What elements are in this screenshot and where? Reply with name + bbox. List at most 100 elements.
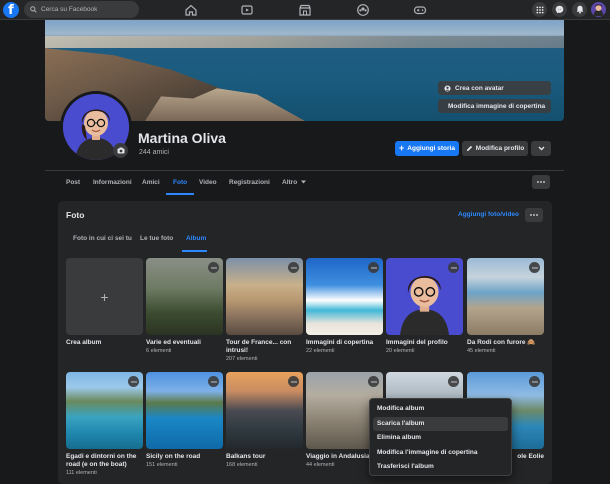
tab-amici[interactable]: Amici xyxy=(142,171,160,195)
home-icon[interactable] xyxy=(184,3,198,17)
plus-icon: + xyxy=(399,143,405,153)
subtab-albums[interactable]: Album xyxy=(186,235,206,242)
more-dots-icon xyxy=(370,380,377,383)
messenger-icon xyxy=(555,5,564,14)
album-name: Varie ed eventuali xyxy=(146,339,201,346)
album-options-button[interactable] xyxy=(208,376,219,387)
album-item[interactable]: Immagini del profilo 20 elementi xyxy=(386,258,463,354)
tab-post[interactable]: Post xyxy=(66,171,80,195)
album-name: Da Rodi con furore 🙈 xyxy=(467,339,536,346)
album-options-button[interactable] xyxy=(529,262,540,273)
album-thumbnail[interactable] xyxy=(306,258,383,335)
menu-delete-album[interactable]: Elimina album xyxy=(370,431,511,446)
album-item[interactable]: Tour de France... con intrusi! 207 eleme… xyxy=(226,258,303,362)
album-thumbnail[interactable] xyxy=(146,372,223,449)
album-options-button[interactable] xyxy=(288,376,299,387)
album-count: 111 elementi xyxy=(66,470,97,476)
album-thumbnail[interactable] xyxy=(66,372,143,449)
more-dots-icon xyxy=(450,266,457,269)
edit-cover-button[interactable]: Modifica immagine di copertina xyxy=(438,99,551,113)
album-create[interactable]: + Crea album xyxy=(66,258,143,347)
album-thumbnail[interactable] xyxy=(386,258,463,335)
tab-altro[interactable]: Altro xyxy=(282,171,306,195)
more-dots-icon xyxy=(290,266,297,269)
album-item[interactable]: Immagini di copertina 22 elementi xyxy=(306,258,383,354)
profile-name: Martina Oliva xyxy=(138,130,226,146)
album-count: 168 elementi xyxy=(226,462,258,468)
album-context-menu: Modifica album Scarica l'album Elimina a… xyxy=(369,398,512,476)
camera-icon xyxy=(117,147,124,154)
edit-cover-label: Modifica immagine di copertina xyxy=(448,102,546,110)
subtab-your-photos[interactable]: Le tue foto xyxy=(140,235,173,242)
album-count: 207 elementi xyxy=(226,356,258,362)
album-item[interactable]: Egadi e dintorni on the road (e on the b… xyxy=(66,372,143,476)
pencil-icon xyxy=(466,145,472,152)
album-options-button[interactable] xyxy=(288,262,299,273)
account-avatar[interactable] xyxy=(591,2,606,17)
album-thumbnail[interactable] xyxy=(467,258,544,335)
album-name: Sicily on the road xyxy=(146,453,201,460)
photos-more-button[interactable] xyxy=(525,208,543,222)
album-item[interactable]: Da Rodi con furore 🙈 45 elementi xyxy=(467,258,544,354)
change-profile-picture-button[interactable] xyxy=(113,143,128,158)
messenger-button[interactable] xyxy=(552,2,567,17)
album-count: 20 elementi xyxy=(386,348,415,354)
add-story-button[interactable]: + Aggiungi storia xyxy=(395,141,459,156)
menu-edit-cover-image[interactable]: Modifica l'immagine di copertina xyxy=(370,446,511,461)
tab-registrazioni[interactable]: Registrazioni xyxy=(229,171,270,195)
album-options-button[interactable] xyxy=(448,376,459,387)
more-dots-icon xyxy=(531,266,538,269)
album-options-button[interactable] xyxy=(448,262,459,273)
add-story-label: Aggiungi storia xyxy=(407,145,455,152)
menu-edit-album[interactable]: Modifica album xyxy=(370,402,511,417)
album-options-button[interactable] xyxy=(128,376,139,387)
caret-down-icon xyxy=(300,180,306,184)
bell-icon xyxy=(576,5,583,14)
menu-grid-button[interactable] xyxy=(532,2,547,17)
profile-options-button[interactable] xyxy=(531,141,551,156)
album-name: Egadi e dintorni on the road (e on the b… xyxy=(66,453,137,468)
tab-foto[interactable]: Foto xyxy=(166,171,195,195)
tab-informazioni[interactable]: Informazioni xyxy=(93,171,132,195)
chevron-down-icon xyxy=(538,146,544,151)
album-name: Immagini di copertina xyxy=(306,339,374,346)
search-box[interactable] xyxy=(24,1,139,18)
album-thumbnail[interactable] xyxy=(146,258,223,335)
subtab-active-indicator xyxy=(182,250,207,252)
album-options-button[interactable] xyxy=(208,262,219,273)
tab-video[interactable]: Video xyxy=(199,171,217,195)
cover-horizon xyxy=(45,36,564,48)
album-item[interactable]: Balkans tour 168 elementi xyxy=(226,372,303,468)
video-icon[interactable] xyxy=(240,3,254,17)
gaming-icon[interactable] xyxy=(413,3,427,17)
search-icon xyxy=(30,6,37,13)
create-avatar-button[interactable]: Crea con avatar xyxy=(438,81,551,95)
tabs-more-button[interactable] xyxy=(532,175,550,189)
album-thumbnail[interactable]: + xyxy=(66,258,143,335)
album-thumbnail[interactable] xyxy=(226,258,303,335)
profile-tabs: Post Informazioni Amici Foto Video Regis… xyxy=(45,170,564,195)
subtab-photos-of-you[interactable]: Foto in cui ci sei tu xyxy=(73,235,132,242)
search-input[interactable] xyxy=(41,6,136,13)
notifications-button[interactable] xyxy=(572,2,587,17)
album-count: 151 elementi xyxy=(146,462,178,468)
album-options-button[interactable] xyxy=(529,376,540,387)
album-options-button[interactable] xyxy=(368,376,379,387)
marketplace-icon[interactable] xyxy=(298,3,312,17)
album-options-button[interactable] xyxy=(368,262,379,273)
album-count: 22 elementi xyxy=(306,348,335,354)
album-item[interactable]: Sicily on the road 151 elementi xyxy=(146,372,223,468)
more-dots-icon xyxy=(537,181,545,183)
album-thumbnail[interactable] xyxy=(226,372,303,449)
facebook-logo[interactable]: f xyxy=(3,2,19,18)
album-item[interactable]: Varie ed eventuali 6 elementi xyxy=(146,258,223,354)
menu-transfer-album[interactable]: Trasferisci l'album xyxy=(370,460,511,475)
more-dots-icon xyxy=(530,214,538,216)
menu-download-album[interactable]: Scarica l'album xyxy=(373,416,508,431)
friends-count[interactable]: 244 amici xyxy=(139,149,169,156)
more-dots-icon xyxy=(210,380,217,383)
groups-icon[interactable] xyxy=(356,3,370,17)
add-photos-link[interactable]: Aggiungi foto/video xyxy=(458,211,519,218)
edit-profile-button[interactable]: Modifica profilo xyxy=(462,141,528,156)
album-name: Balkans tour xyxy=(226,453,266,460)
